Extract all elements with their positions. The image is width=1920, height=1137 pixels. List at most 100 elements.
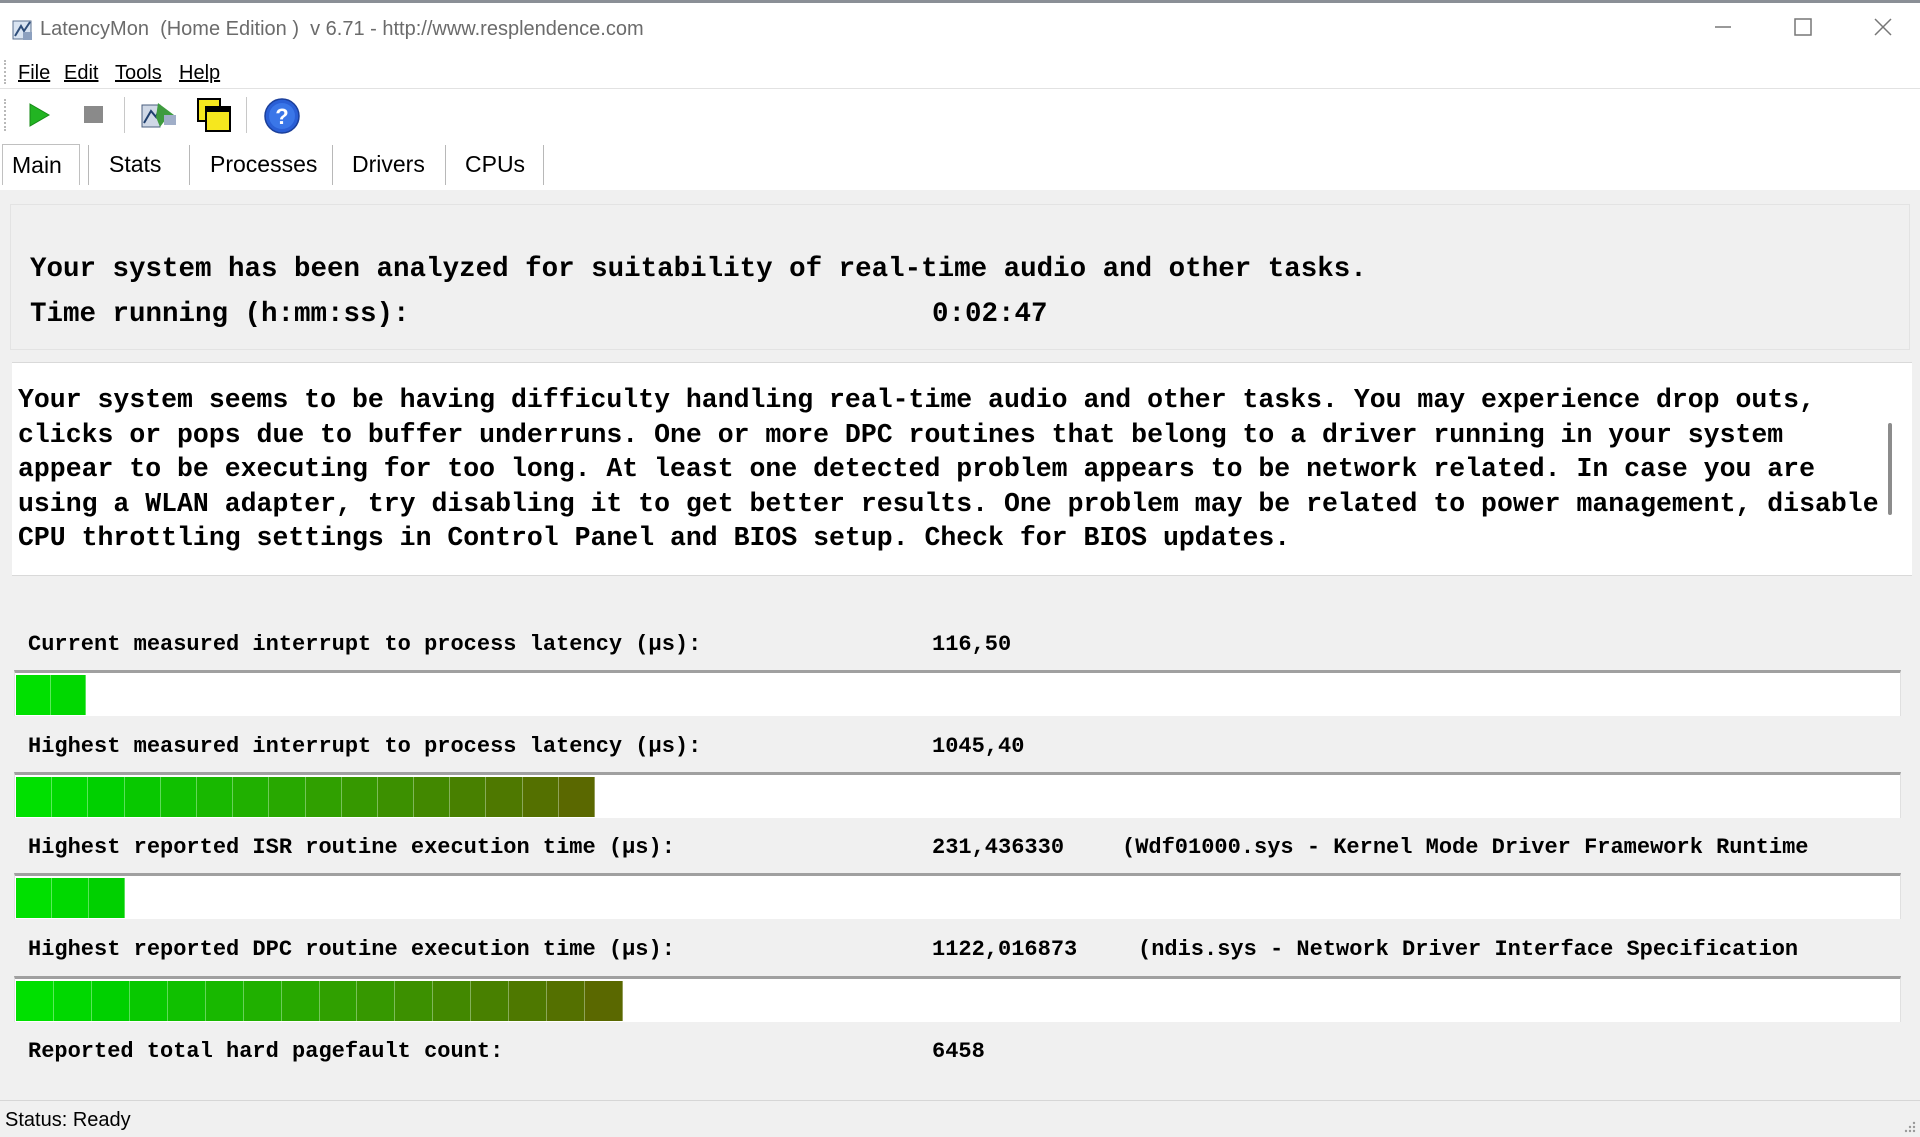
analysis-panel: Your system seems to be having difficult… xyxy=(12,360,1912,780)
bar-segment xyxy=(450,777,487,817)
menu-grip xyxy=(4,60,9,84)
bar-segment xyxy=(16,777,53,817)
minimize-button[interactable] xyxy=(1683,3,1763,53)
toolbar-separator xyxy=(124,97,128,133)
tab-separator xyxy=(543,145,547,185)
toolbar-separator xyxy=(246,97,250,133)
bar-segment xyxy=(52,777,89,817)
main-panel: Your system has been analyzed for suitab… xyxy=(0,190,1920,1100)
windows-icon xyxy=(197,98,231,132)
metric-value: 116,50 xyxy=(932,632,1012,657)
menu-edit-label: Edit xyxy=(64,62,99,84)
stop-button[interactable] xyxy=(76,97,112,133)
bar-segment xyxy=(91,981,130,1021)
bar-segment xyxy=(88,777,125,817)
bar-segment xyxy=(52,878,89,918)
bar-segment xyxy=(129,981,168,1021)
tab-processes[interactable]: Processes xyxy=(210,144,317,184)
bar-fill xyxy=(16,777,595,817)
close-button[interactable] xyxy=(1843,3,1920,53)
tab-separator xyxy=(189,145,193,185)
toolbar: ? xyxy=(0,89,1920,141)
menu-help[interactable]: Help xyxy=(179,62,220,85)
bar-segment xyxy=(124,777,161,817)
bar-segment xyxy=(486,777,523,817)
help-button[interactable]: ? xyxy=(262,97,300,134)
latency-bar-current xyxy=(14,670,1901,716)
menu-bar: File Edit Tools Help xyxy=(0,56,1920,89)
bar-segment xyxy=(16,981,54,1021)
summary-panel: Your system has been analyzed for suitab… xyxy=(10,204,1910,350)
metric-driver: (Wdf01000.sys - Kernel Mode Driver Frame… xyxy=(1122,835,1809,860)
bar-segment xyxy=(281,981,320,1021)
menu-tools[interactable]: Tools xyxy=(115,62,162,85)
bar-segment xyxy=(522,777,559,817)
maximize-button[interactable] xyxy=(1763,3,1843,53)
tab-main-label: Main xyxy=(12,152,62,178)
bar-segment xyxy=(395,981,434,1021)
metric-label: Highest reported ISR routine execution t… xyxy=(28,835,675,860)
bar-segment xyxy=(305,777,342,817)
bar-segment xyxy=(160,777,197,817)
latency-bar-highest xyxy=(14,772,1901,818)
latencymon-app-icon xyxy=(12,20,32,40)
bar-segment xyxy=(509,981,548,1021)
toolbar-grip xyxy=(4,99,9,131)
bar-fill xyxy=(16,675,86,715)
metric-label: Highest reported DPC routine execution t… xyxy=(28,937,675,962)
close-icon xyxy=(1874,18,1892,36)
start-icon xyxy=(29,103,50,127)
bar-segment xyxy=(471,981,510,1021)
bar-segment xyxy=(547,981,586,1021)
metric-value: 231,436330 xyxy=(932,835,1065,860)
start-button[interactable] xyxy=(20,97,56,133)
isr-bar xyxy=(14,873,1901,919)
bar-segment xyxy=(51,675,86,715)
bar-fill xyxy=(16,981,623,1021)
message-box[interactable]: Your system seems to be having difficult… xyxy=(12,362,1912,576)
bar-segment xyxy=(16,675,51,715)
bar-segment xyxy=(585,981,623,1021)
tab-main[interactable]: Main xyxy=(2,144,80,185)
bar-segment xyxy=(414,777,451,817)
message-scrollbar[interactable] xyxy=(1888,423,1892,515)
minimize-icon xyxy=(1715,26,1731,28)
menu-help-label: Help xyxy=(179,62,221,84)
tab-stats[interactable]: Stats xyxy=(109,144,161,184)
metric-value: 6458 xyxy=(932,1039,985,1064)
status-text: Status: Ready xyxy=(5,1109,131,1131)
bar-segment xyxy=(357,981,396,1021)
menu-edit[interactable]: Edit xyxy=(64,62,98,85)
report-button[interactable] xyxy=(140,97,176,133)
maximize-icon xyxy=(1794,18,1812,36)
menu-file-label: File xyxy=(18,62,51,84)
windows-button[interactable] xyxy=(196,97,232,133)
resize-grip-icon[interactable] xyxy=(1902,1119,1916,1133)
tab-drivers-label: Drivers xyxy=(352,151,425,177)
metric-label: Highest measured interrupt to process la… xyxy=(28,734,702,759)
tab-drivers[interactable]: Drivers xyxy=(352,144,425,184)
help-icon: ? xyxy=(264,98,300,134)
menu-tools-label: Tools xyxy=(115,62,162,84)
status-bar: Status: Ready xyxy=(0,1100,1920,1137)
metric-driver: (ndis.sys - Network Driver Interface Spe… xyxy=(1138,937,1799,962)
bar-segment xyxy=(16,878,53,918)
tab-processes-label: Processes xyxy=(210,151,318,177)
bar-segment xyxy=(53,981,92,1021)
bar-segment xyxy=(319,981,358,1021)
bar-segment xyxy=(558,777,595,817)
tab-separator xyxy=(445,145,449,185)
menu-file[interactable]: File xyxy=(18,62,50,85)
tab-cpus-label: CPUs xyxy=(465,151,526,177)
bar-segment xyxy=(433,981,472,1021)
tab-cpus[interactable]: CPUs xyxy=(465,144,525,184)
dpc-bar xyxy=(14,976,1901,1022)
title-bar[interactable]: LatencyMon (Home Edition ) v 6.71 - http… xyxy=(0,3,1920,53)
metric-label: Current measured interrupt to process la… xyxy=(28,632,702,657)
svg-text:?: ? xyxy=(275,104,288,129)
metric-label: Reported total hard pagefault count: xyxy=(28,1039,504,1064)
bar-fill xyxy=(16,878,125,918)
tab-separator xyxy=(332,145,336,185)
bar-segment xyxy=(167,981,206,1021)
bar-segment xyxy=(205,981,244,1021)
